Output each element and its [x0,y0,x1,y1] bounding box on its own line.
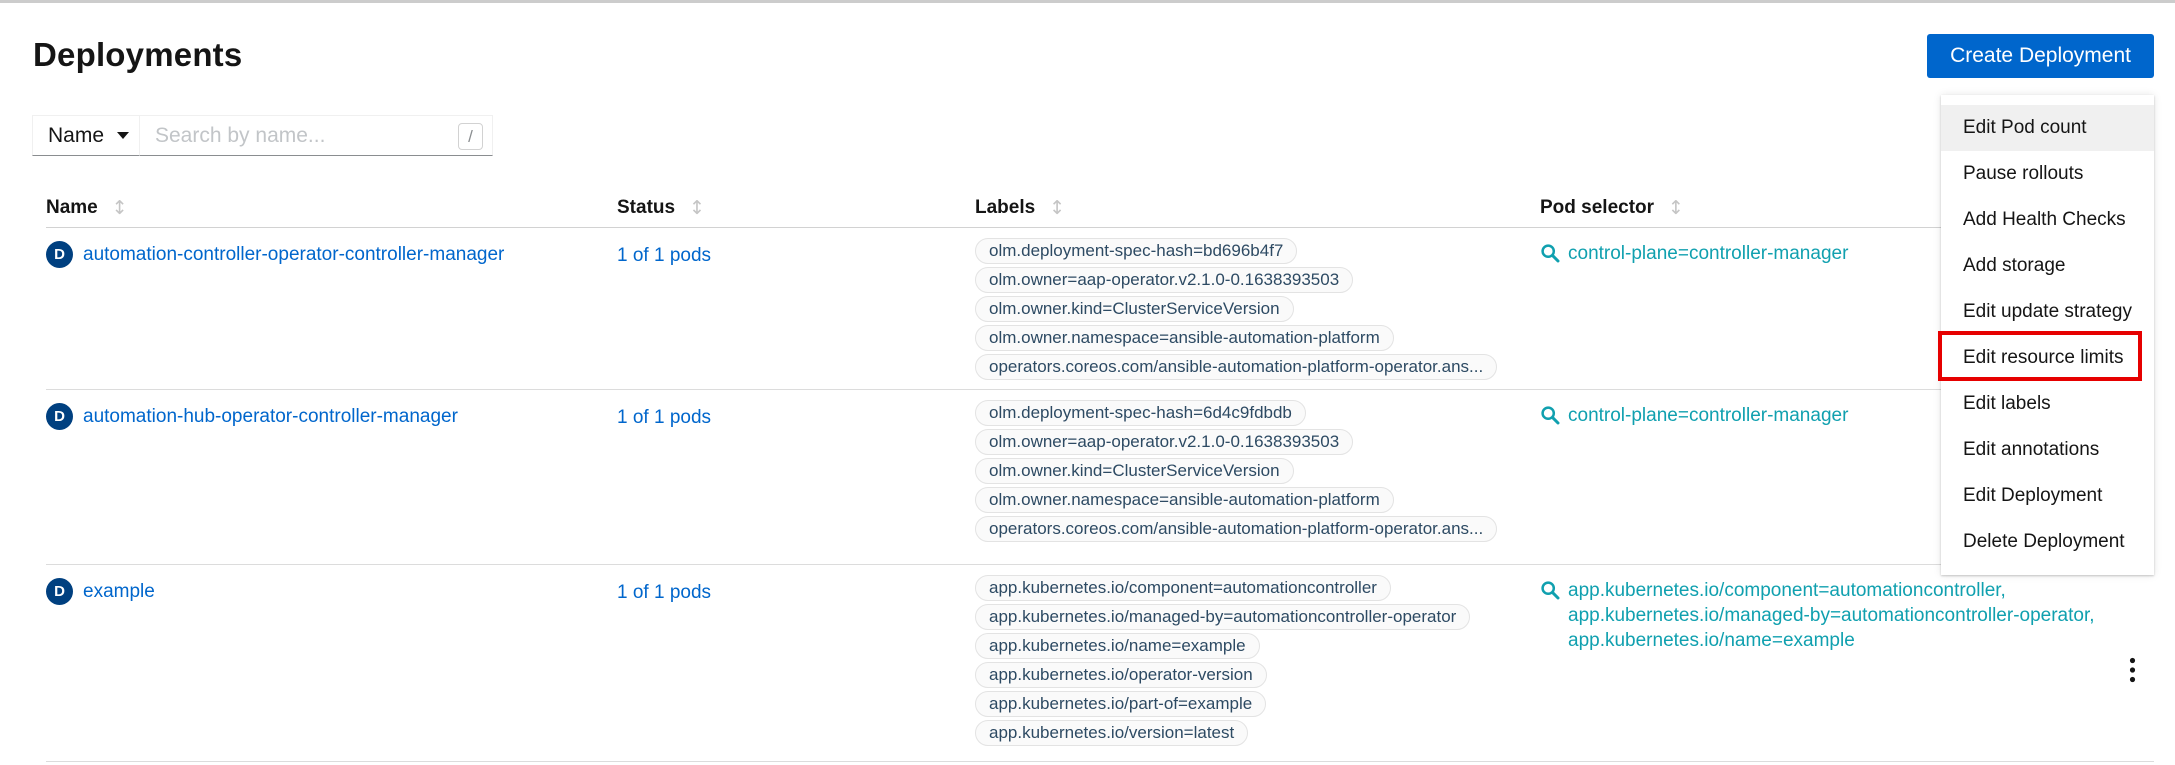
menu-item-edit-resource-limits[interactable]: Edit resource limits [1941,335,2154,381]
menu-item-add-health-checks[interactable]: Add Health Checks [1941,197,2154,243]
deployment-name-link[interactable]: automation-controller-operator-controlle… [83,240,504,269]
search-input[interactable] [140,116,492,155]
label-pill: olm.owner.kind=ClusterServiceVersion [975,296,1294,322]
table-row: D example 1 of 1 pods app.kubernetes.io/… [46,565,2154,762]
label-pill: operators.coreos.com/ansible-automation-… [975,516,1497,542]
page-title: Deployments [33,36,242,74]
menu-item-delete-deployment[interactable]: Delete Deployment [1941,519,2154,565]
label-pill: app.kubernetes.io/managed-by=automationc… [975,604,1470,630]
search-box: / [139,115,493,156]
deployment-name-link[interactable]: example [83,577,155,606]
sort-icon: ↕ [1668,197,1684,219]
filter-type-dropdown[interactable]: Name [32,115,145,156]
label-pill: app.kubernetes.io/operator-version [975,662,1267,688]
sort-icon: ↕ [689,197,705,219]
page-top-divider [0,0,2175,3]
pod-selector-link[interactable]: control-plane=controller-manager [1568,241,1848,266]
search-icon [1540,405,1560,425]
kebab-menu-button[interactable] [2123,582,2142,761]
pods-status-link[interactable]: 1 of 1 pods [617,407,711,428]
actions-dropdown-menu: Edit Pod count Pause rollouts Add Health… [1941,95,2154,575]
search-icon [1540,580,1560,600]
label-pill: olm.owner.kind=ClusterServiceVersion [975,458,1294,484]
table-row: D automation-controller-operator-control… [46,228,2154,390]
kebab-icon [2129,657,2136,683]
menu-item-edit-annotations[interactable]: Edit annotations [1941,427,2154,473]
sort-icon: ↕ [112,197,128,219]
chevron-down-icon [117,132,129,139]
pod-selector-link[interactable]: app.kubernetes.io/managed-by=automationc… [1568,603,2095,628]
label-pill: olm.owner.namespace=ansible-automation-p… [975,487,1394,513]
sort-icon: ↕ [1049,197,1065,219]
label-pill: olm.owner.namespace=ansible-automation-p… [975,325,1394,351]
deployments-table: Name ↕ Status ↕ Labels ↕ Pod selector ↕ … [46,188,2154,762]
pod-selector-link[interactable]: app.kubernetes.io/name=example [1568,628,2095,653]
create-deployment-button[interactable]: Create Deployment [1927,34,2154,78]
keyboard-shortcut-badge: / [458,123,483,150]
label-pill: app.kubernetes.io/part-of=example [975,691,1266,717]
pods-status-link[interactable]: 1 of 1 pods [617,582,711,603]
table-row: D automation-hub-operator-controller-man… [46,390,2154,565]
table-header-row: Name ↕ Status ↕ Labels ↕ Pod selector ↕ [46,188,2154,228]
label-pill: olm.deployment-spec-hash=6d4c9fdbdb [975,400,1306,426]
label-pill: olm.owner=aap-operator.v2.1.0-0.16383935… [975,267,1353,293]
deployment-badge: D [46,241,73,268]
pods-status-link[interactable]: 1 of 1 pods [617,245,711,266]
pod-selector-link[interactable]: app.kubernetes.io/component=automationco… [1568,578,2095,603]
deployment-badge: D [46,578,73,605]
label-pill: olm.deployment-spec-hash=bd696b4f7 [975,238,1297,264]
column-header-status[interactable]: Status ↕ [617,197,975,219]
menu-item-add-storage[interactable]: Add storage [1941,243,2154,289]
pod-selector-link[interactable]: control-plane=controller-manager [1568,403,1848,428]
label-pill: app.kubernetes.io/component=automationco… [975,575,1391,601]
menu-item-edit-update-strategy[interactable]: Edit update strategy [1941,289,2154,335]
deployment-badge: D [46,403,73,430]
search-icon [1540,243,1560,263]
label-pill: operators.coreos.com/ansible-automation-… [975,354,1497,380]
deployment-name-link[interactable]: automation-hub-operator-controller-manag… [83,402,458,431]
filter-type-label: Name [48,124,104,148]
menu-item-edit-labels[interactable]: Edit labels [1941,381,2154,427]
column-header-name[interactable]: Name ↕ [46,197,617,219]
label-pill: olm.owner=aap-operator.v2.1.0-0.16383935… [975,429,1353,455]
menu-item-edit-deployment[interactable]: Edit Deployment [1941,473,2154,519]
column-header-labels[interactable]: Labels ↕ [975,197,1540,219]
label-pill: app.kubernetes.io/version=latest [975,720,1248,746]
label-pill: app.kubernetes.io/name=example [975,633,1260,659]
menu-item-edit-pod-count[interactable]: Edit Pod count [1941,105,2154,151]
menu-item-pause-rollouts[interactable]: Pause rollouts [1941,151,2154,197]
